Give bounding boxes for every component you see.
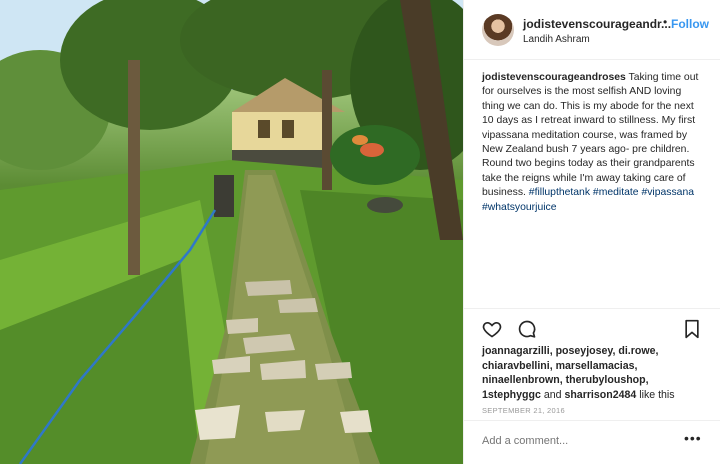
post-sidebar: jodistevenscourageandr... • Follow Landi… [463,0,720,464]
comment-input[interactable] [482,435,672,447]
caption-username[interactable]: jodistevenscourageandroses [482,72,626,83]
action-bar [464,308,720,346]
garden-path-photo [0,0,463,464]
liker-last[interactable]: sharrison2484 [564,389,636,401]
likes-suffix: like this [636,389,675,402]
avatar[interactable] [482,14,514,46]
hashtag-link[interactable]: #fillupthetank [529,187,590,198]
more-options-icon[interactable]: ••• [684,430,702,446]
comment-icon[interactable] [517,319,537,339]
post-caption: jodistevenscourageandroses Taking time o… [482,71,700,215]
comment-bar: ••• [464,420,720,464]
post-date[interactable]: SEPTEMBER 21, 2016 [482,406,565,415]
post-photo[interactable] [0,0,463,464]
likes-summary: joannagarzilli, poseyjosey, di.rowe, chi… [482,344,704,403]
post-header: jodistevenscourageandr... • Follow Landi… [464,0,720,60]
hashtag-link[interactable]: #whatsyourjuice [482,202,557,213]
separator-dot: • [663,15,668,29]
hashtag-link[interactable]: #meditate [593,187,639,198]
caption-text: Taking time out for ourselves is the mos… [482,72,699,199]
hashtag-link[interactable]: #vipassana [641,187,694,198]
follow-button[interactable]: Follow [671,17,709,31]
bookmark-icon[interactable] [682,319,702,339]
header-username[interactable]: jodistevenscourageandr... [523,17,671,31]
likes-and: and [540,389,565,402]
heart-icon[interactable] [482,319,502,339]
location-link[interactable]: Landih Ashram [523,34,590,45]
